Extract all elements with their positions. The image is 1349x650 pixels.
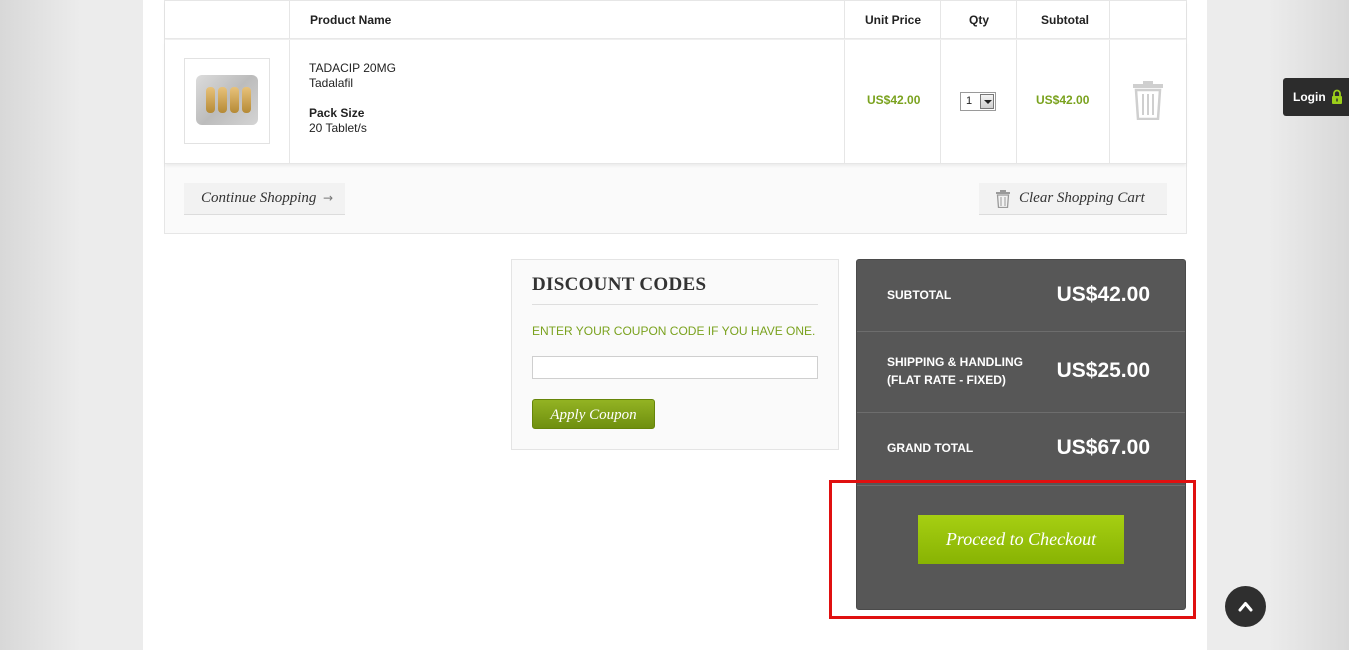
tablet-shape [218,87,227,113]
column-divider [289,40,290,164]
row-subtotal: US$42.00 [1036,93,1090,107]
continue-shopping-button[interactable]: Continue Shopping → [184,183,345,215]
login-button[interactable]: Login [1283,78,1349,116]
tablet-shape [230,87,239,113]
tablet-shape [242,87,251,113]
highlight-box [829,480,1196,619]
shipping-label-line2: (FLAT RATE - FIXED) [887,373,1006,387]
grand-total-label: GRAND TOTAL [887,441,974,455]
chevron-down-icon[interactable] [980,94,994,109]
subtotal-row: SUBTOTAL US$42.00 [857,260,1185,332]
header-subtotal: Subtotal [1041,13,1089,27]
column-divider [844,40,845,164]
header-qty: Qty [969,13,990,27]
column-divider [289,1,290,39]
header-unit-price: Unit Price [865,13,922,27]
back-to-top-button[interactable] [1225,586,1266,627]
arrow-right-icon: → [323,191,334,205]
header-product-name: Product Name [310,13,392,27]
quantity-select[interactable]: 1 [960,92,996,111]
grand-total-row: GRAND TOTAL US$67.00 [857,413,1185,486]
discount-title: DISCOUNT CODES [532,274,818,305]
cart-table: Product Name Unit Price Qty Subtotal TAD… [164,0,1187,234]
lock-icon [1332,89,1342,104]
grand-total-value: US$67.00 [1056,436,1150,459]
blister-pack-image [196,75,258,125]
column-divider [1109,40,1110,164]
clear-cart-label: Clear Shopping Cart [1019,190,1145,206]
discount-codes-panel: DISCOUNT CODES ENTER YOUR COUPON CODE IF… [511,259,839,450]
clear-cart-button[interactable]: Clear Shopping Cart [979,183,1167,215]
table-row: TADACIP 20MG Tadalafil Pack Size 20 Tabl… [165,40,1186,164]
column-divider [844,1,845,39]
product-name-link[interactable]: TADACIP 20MG [309,61,396,76]
continue-shopping-label: Continue Shopping [201,190,317,206]
column-divider [1016,1,1017,39]
shipping-row: SHIPPING & HANDLING (FLAT RATE - FIXED) … [857,332,1185,413]
shipping-label-line1: SHIPPING & HANDLING [887,355,1024,369]
quantity-value: 1 [966,95,973,107]
product-generic-name: Tadalafil [309,76,354,90]
chevron-up-icon [1238,602,1253,612]
shipping-value: US$25.00 [1056,359,1150,382]
shipping-label: SHIPPING & HANDLING (FLAT RATE - FIXED) [887,353,1023,389]
login-label: Login [1293,90,1326,104]
coupon-hint: ENTER YOUR COUPON CODE IF YOU HAVE ONE. [532,324,816,338]
coupon-code-input[interactable] [532,356,818,379]
tablet-shape [206,87,215,113]
cart-table-header: Product Name Unit Price Qty Subtotal [165,1,1186,39]
trash-icon [996,190,1010,208]
column-divider [1109,1,1110,39]
subtotal-label: SUBTOTAL [887,288,952,302]
column-divider [940,40,941,164]
pack-size-label: Pack Size [309,106,365,120]
pack-size-value: 20 Tablet/s [309,121,367,135]
product-image[interactable] [184,58,270,144]
column-divider [940,1,941,39]
unit-price: US$42.00 [867,93,921,107]
subtotal-value: US$42.00 [1056,283,1150,306]
apply-coupon-button[interactable]: Apply Coupon [532,399,655,429]
trash-icon[interactable] [1132,80,1164,120]
column-divider [1016,40,1017,164]
